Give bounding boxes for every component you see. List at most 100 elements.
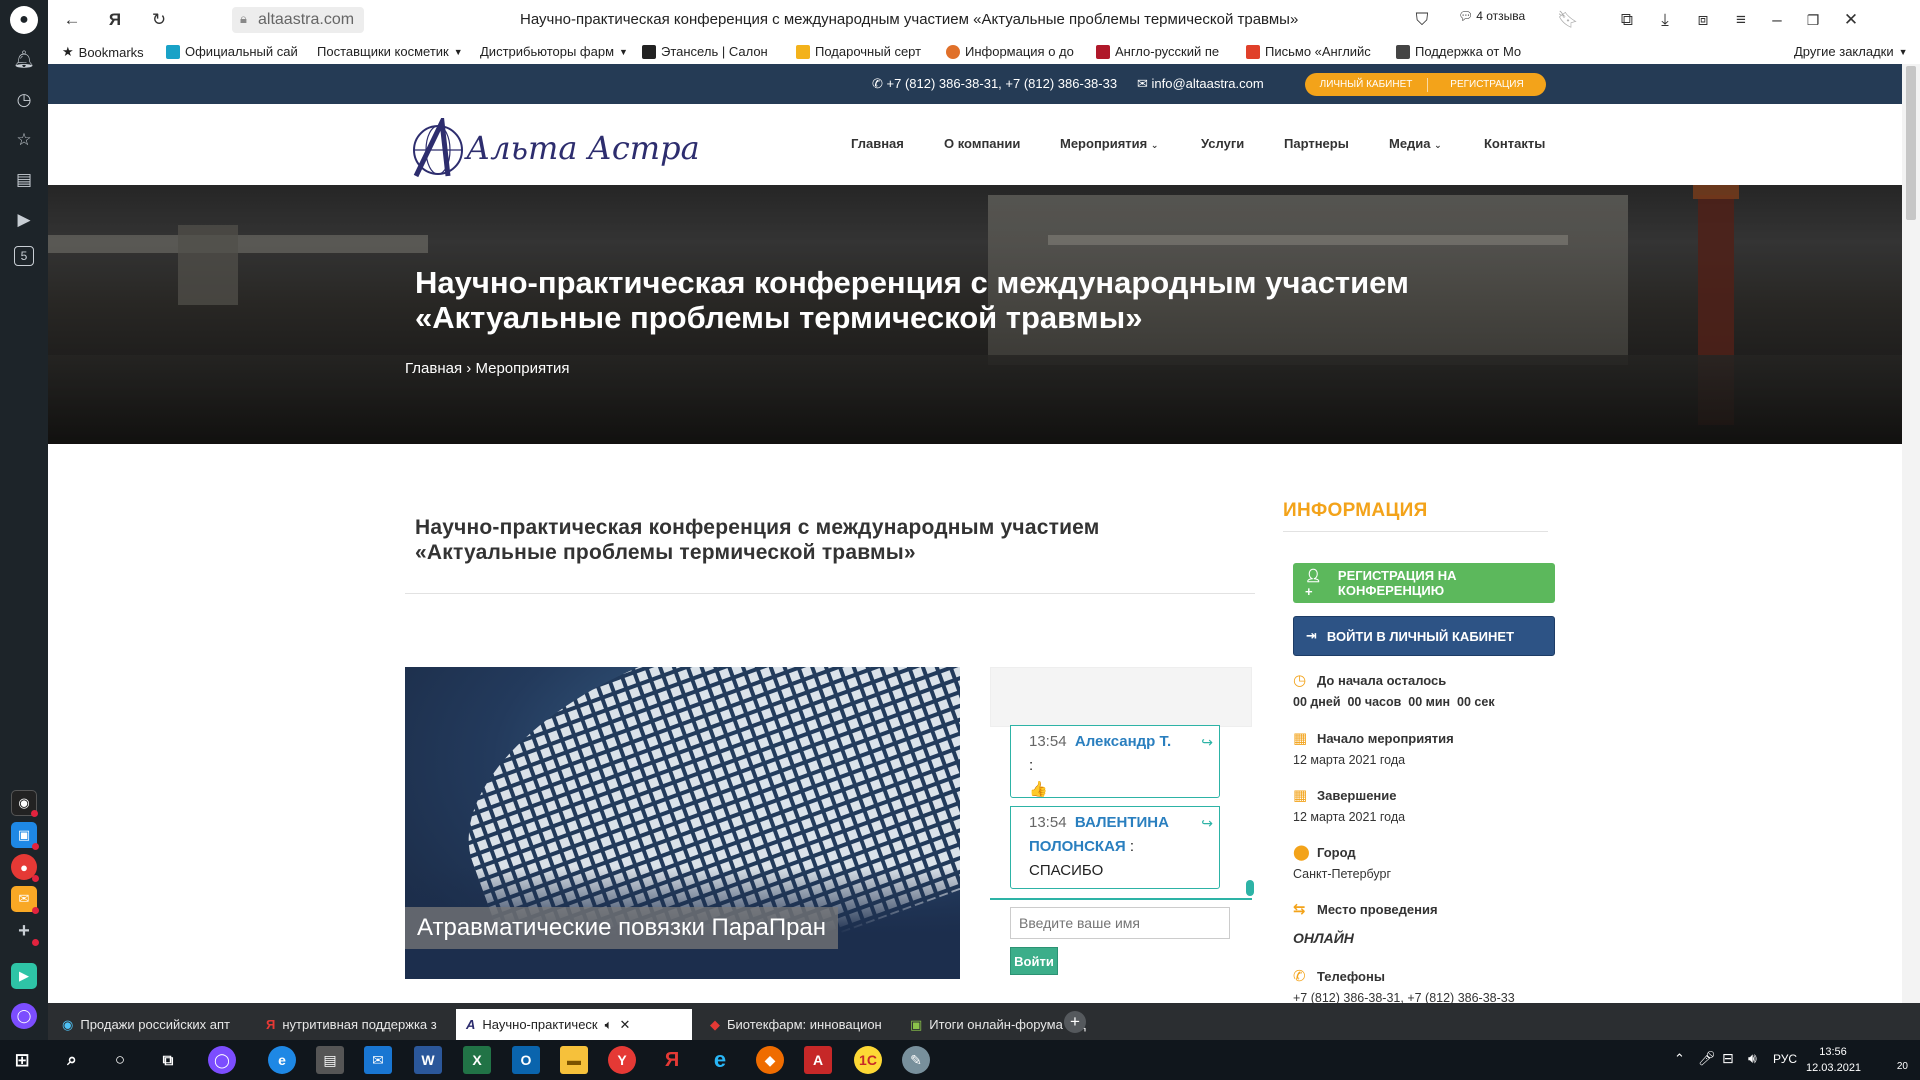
ie-icon[interactable]: e [706,1046,734,1074]
video-icon[interactable]: ▶ [10,206,38,234]
language-indicator[interactable]: РУС [1773,1052,1797,1066]
notification-center-icon[interactable]: 20 [1878,1048,1908,1072]
yandex-browser-icon[interactable]: Y [608,1046,636,1074]
add-user-icon: 👤︎+ [1305,567,1322,599]
reload-icon[interactable]: ↻ [147,8,171,32]
close-window-icon[interactable]: ✕ [1839,8,1863,32]
cortana-icon[interactable]: ○ [106,1046,134,1074]
logo[interactable]: Альта Астра [408,118,700,178]
chat-login-button[interactable]: Войти [1010,947,1058,975]
bookmark-item[interactable]: Официальный сай [166,44,298,59]
notifications-icon[interactable]: 🔔︎ [10,46,38,74]
email-link[interactable]: ✉ info@altaastra.com [1137,76,1264,92]
cabinet-login-button[interactable]: ⇥ ВОЙТИ В ЛИЧНЫЙ КАБИНЕТ [1293,616,1555,656]
add-app-icon[interactable]: + [11,918,39,946]
scrollbar-thumb[interactable] [1906,66,1916,220]
windows-start-icon[interactable]: ⊞ [8,1046,36,1074]
new-tab-button[interactable]: + [1064,1011,1086,1033]
back-icon[interactable]: ← [60,8,84,32]
nav-home[interactable]: Главная [851,136,904,151]
bookmark-item[interactable]: Письмо «Английс [1246,44,1371,59]
phones[interactable]: ✆ +7 (812) 386-38-31, +7 (812) 386-38-33 [872,76,1117,92]
yandex-icon[interactable]: Я [103,8,127,32]
address-bar[interactable]: 🔒︎ altaastra.com [232,7,364,33]
reviews-button[interactable]: 💬︎ 4 отзыва [1458,9,1525,23]
chat-name-input[interactable] [1010,907,1230,939]
chat-scrollbar[interactable] [1246,880,1254,896]
venue-value: ОНЛАЙН [1293,930,1354,946]
tray-chevron-icon[interactable]: ⌃ [1674,1051,1685,1067]
reply-icon[interactable]: ↪ [1201,811,1213,835]
mail-icon[interactable]: ✉ [11,886,39,914]
minimize-icon[interactable]: – [1765,8,1789,32]
reply-icon[interactable]: ↪ [1201,730,1213,754]
bookmark-item[interactable]: Подарочный серт [796,44,921,59]
app-1-icon[interactable]: ◉ [11,790,38,817]
nav-services[interactable]: Услуги [1201,136,1244,151]
word-icon[interactable]: W [414,1046,442,1074]
nav-about[interactable]: О компании [944,136,1020,151]
other-bookmarks[interactable]: Другие закладки ▼ [1794,44,1908,59]
nav-partners[interactable]: Партнеры [1284,136,1349,151]
app-orange-icon[interactable]: ◆ [756,1046,784,1074]
phones-value[interactable]: +7 (812) 386-38-31, +7 (812) 386-38-33 [1293,991,1593,1003]
tab-active[interactable]: A Научно-практическ 🔈︎ ✕ [456,1009,692,1040]
tab[interactable]: ◆ Биотекфарм: инновацион [700,1009,896,1040]
bookmark-item[interactable]: Поддержка от Мо [1396,44,1521,59]
bookmark-item[interactable]: Информация о до [946,44,1074,59]
message-author[interactable]: Александр Т. [1075,733,1171,750]
tab[interactable]: Янутритивная поддержка з [256,1009,452,1040]
bookmark-item[interactable]: Англо-русский пе [1096,44,1219,59]
acrobat-icon[interactable]: A [804,1046,832,1074]
alice-taskbar-icon[interactable]: ◯ [208,1046,236,1074]
edge-icon[interactable]: e [268,1046,296,1074]
folder-icon[interactable]: ▬ [560,1046,588,1074]
nav-events[interactable]: Мероприятия ⌄ [1060,136,1158,151]
collections-toolbar-icon[interactable]: ⧉ [1615,8,1639,32]
speaker-icon[interactable]: 🔈︎ [605,1017,613,1033]
breadcrumb-home[interactable]: Главная [405,360,462,377]
download-icon[interactable]: ⤓ [1653,8,1677,32]
yandex-app-icon[interactable]: Я [658,1046,686,1074]
maps-icon[interactable]: ● [11,854,39,882]
register-conference-button[interactable]: 👤︎+ РЕГИСТРАЦИЯ НА КОНФЕРЕНЦИЮ [1293,563,1555,603]
event-banner-image[interactable]: Атравматические повязки ПараПран [405,667,960,979]
nav-contacts[interactable]: Контакты [1484,136,1545,151]
alice-icon[interactable]: ◯ [11,1003,37,1029]
history-icon[interactable]: ◷ [10,86,38,114]
search-icon[interactable]: ⌕ [58,1046,86,1074]
store-icon[interactable]: ▤ [316,1046,344,1074]
app-2-icon[interactable]: ▣ [11,822,39,850]
tab[interactable]: ◉ Продажи российских апт [52,1009,248,1040]
register-link[interactable]: РЕГИСТРАЦИЯ [1428,79,1546,90]
bookmark-icon[interactable]: 🔖︎ [1556,8,1580,32]
bookmark-folder[interactable]: Дистрибьюторы фарм ▼ [480,44,628,59]
volume-icon[interactable]: 🔊︎ [1748,1050,1757,1067]
network-icon[interactable]: ⊟ [1722,1050,1734,1067]
excel-icon[interactable]: X [463,1046,491,1074]
profile-icon[interactable]: ● [10,6,38,34]
menu-icon[interactable]: ≡ [1729,8,1753,32]
close-tab-icon[interactable]: ✕ [619,1017,630,1033]
clock[interactable]: 13:56 12.03.2021 [1806,1044,1861,1076]
restore-icon[interactable]: ❐ [1801,8,1825,32]
mic-icon[interactable]: 🎤︎ [1698,1050,1716,1067]
messenger-icon[interactable]: ▶ [11,963,37,989]
nav-media[interactable]: Медиа ⌄ [1389,136,1442,151]
page-scrollbar[interactable] [1902,64,1920,1003]
outlook-icon[interactable]: O [512,1046,540,1074]
collections-icon[interactable]: ▤ [10,166,38,194]
mail-app-icon[interactable]: ✉ [364,1046,392,1074]
task-view-icon[interactable]: ⧉ [154,1046,182,1074]
extensions-icon[interactable]: ⧈ [1691,8,1715,32]
breadcrumb-current[interactable]: Мероприятия [475,360,569,377]
favorites-icon[interactable]: ☆ [10,126,38,154]
app-grey-icon[interactable]: ✎ [902,1046,930,1074]
bookmark-item[interactable]: ★ Bookmarks [62,44,144,60]
protect-icon[interactable]: ⛉ [1410,8,1434,32]
bookmark-folder[interactable]: Поставщики косметик ▼ [317,44,463,59]
1c-icon[interactable]: 1C [854,1046,882,1074]
tabs-count-icon[interactable]: 5 [14,246,34,266]
bookmark-item[interactable]: Этансель | Салон [642,44,768,59]
cabinet-link[interactable]: ЛИЧНЫЙ КАБИНЕТ [1305,79,1427,90]
